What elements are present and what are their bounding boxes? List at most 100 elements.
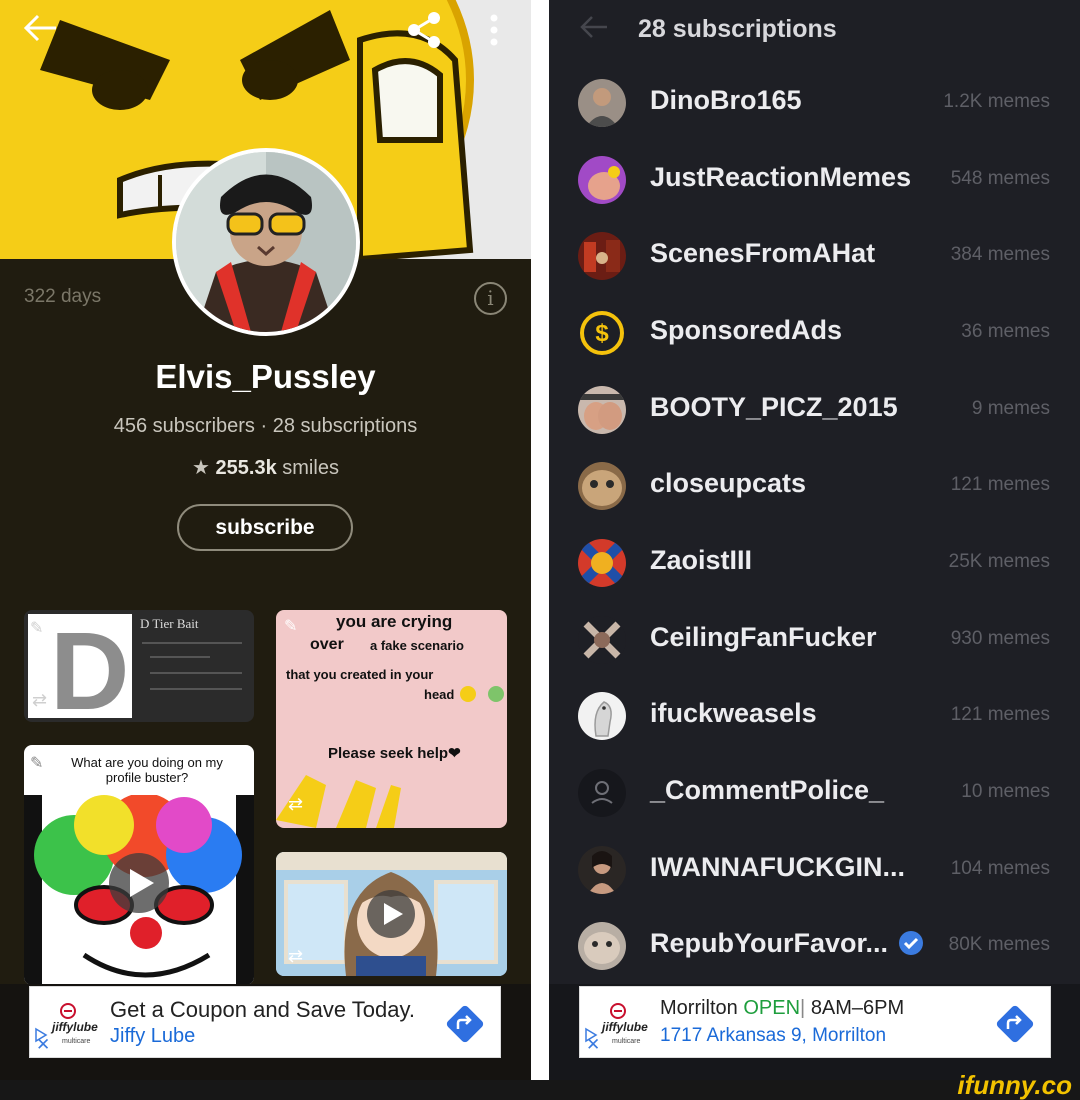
subscription-row[interactable]: CeilingFanFucker 930 memes: [549, 610, 1080, 670]
subscription-name: _CommentPolice_: [650, 775, 885, 805]
ad-banner-location[interactable]: jiffylube multicare ✕ Morrilton OPEN| 8A…: [579, 986, 1051, 1058]
subscription-name: closeupcats: [650, 468, 807, 498]
repub-icon: ⇄: [32, 690, 48, 710]
subscription-name: DinoBro165: [650, 85, 802, 115]
pin-icon: ✎: [30, 755, 44, 772]
subscription-row[interactable]: BOOTY_PICZ_2015 9 memes: [549, 380, 1080, 440]
subscription-row[interactable]: DinoBro165 1.2K memes: [549, 73, 1080, 133]
dollar-coin-icon: $: [578, 309, 626, 357]
subscriptions-title: 28 subscriptions: [638, 15, 837, 43]
smiles-count: ★ 255.3k smiles: [0, 455, 531, 480]
ad-address: 1717 Arkansas 9, Morrilton: [660, 1025, 887, 1046]
avatar-zaoist: [578, 539, 626, 587]
info-icon[interactable]: i: [474, 282, 507, 315]
meme-tile-clown-video[interactable]: What are you doing on my profile buster?…: [24, 745, 254, 985]
avatar-dinobro: [578, 79, 626, 127]
subscription-meme-count: 121 memes: [950, 704, 1050, 725]
ifunny-watermark: ifunny.co: [957, 1070, 1072, 1100]
logo-text: jiffylube: [50, 1020, 98, 1034]
ad-divider: |: [800, 997, 806, 1019]
smiles-value: 255.3k: [215, 457, 277, 479]
pin-icon: ✎: [284, 618, 298, 635]
avatar-iwanna: [578, 846, 626, 894]
star-icon: ★: [192, 457, 210, 479]
logo-sub: multicare: [62, 1038, 91, 1045]
ad-location-line: Morrilton OPEN| 8AM–6PM: [660, 997, 904, 1020]
profile-avatar[interactable]: [172, 148, 360, 336]
subscription-meme-count: 9 memes: [971, 398, 1050, 419]
subscription-meme-count: 121 memes: [950, 474, 1050, 495]
subscriptions-screen: 28 subscriptions DinoBro165 1.2K memes J…: [549, 0, 1080, 1080]
directions-icon[interactable]: [444, 1003, 486, 1045]
subscription-row[interactable]: _CommentPolice_ 10 memes: [549, 763, 1080, 823]
share-icon[interactable]: [404, 10, 444, 55]
directions-icon[interactable]: [994, 1003, 1036, 1045]
meme-tile-crying[interactable]: you are crying over a fake scenario that…: [276, 610, 507, 828]
avatar-closeupcats: [578, 462, 626, 510]
more-options-icon[interactable]: [484, 12, 504, 53]
subscription-row[interactable]: ifuckweasels 121 memes: [549, 686, 1080, 746]
text-line: [150, 656, 210, 658]
elvis-cat-avatar: [176, 152, 356, 332]
subscription-meme-count: 1.2K memes: [943, 91, 1050, 112]
subscription-meme-count: 104 memes: [950, 858, 1050, 879]
subscription-row[interactable]: JustReactionMemes 548 memes: [549, 150, 1080, 210]
ad-hours: 8AM–6PM: [810, 997, 905, 1019]
clown-video-thumbnail: [24, 795, 254, 985]
avatar-booty: [578, 386, 626, 434]
subscription-name: IWANNAFUCKGIN...: [650, 852, 905, 882]
logo-text: jiffylube: [600, 1020, 648, 1034]
subscription-meme-count: 36 memes: [961, 321, 1050, 342]
subscription-name: JustReactionMemes: [650, 162, 912, 192]
profile-stats[interactable]: 456 subscribers · 28 subscriptions: [0, 415, 531, 438]
subscription-row[interactable]: RepubYourFavor... 80K memes: [549, 916, 1080, 976]
ad-place: Morrilton: [660, 997, 738, 1019]
d-tier-letter: D: [50, 610, 130, 722]
ad-title: Get a Coupon and Save Today.: [110, 997, 415, 1022]
back-arrow-icon[interactable]: [22, 12, 58, 49]
avatar-scenesfromahat: [578, 232, 626, 280]
subscription-meme-count: 384 memes: [950, 244, 1050, 265]
back-arrow-icon[interactable]: [579, 14, 609, 47]
text-line: [142, 642, 242, 644]
subscription-meme-count: 930 memes: [950, 628, 1050, 649]
subscription-name: ZaoistIII: [650, 545, 753, 575]
avatar-justreaction: [578, 156, 626, 204]
subscription-name-text: RepubYourFavor...: [650, 928, 889, 958]
pin-icon: ✎: [30, 620, 44, 637]
anime-video-thumbnail: [276, 852, 507, 976]
avatar-weasel: [578, 692, 626, 740]
text-line: [150, 672, 242, 674]
subscribe-button[interactable]: subscribe: [177, 504, 353, 551]
verified-badge-icon: [899, 931, 924, 955]
profile-screen: 322 days i Elvis_Pussley 456 subscribers…: [0, 0, 531, 1080]
avatar-ceilingfan: [578, 616, 626, 664]
subscription-name: ScenesFromAHat: [650, 238, 876, 268]
repub-icon: ⇄: [288, 946, 304, 966]
d-tier-title: D Tier Bait: [140, 616, 199, 631]
subscription-name: CeilingFanFucker: [650, 622, 877, 652]
meme-tile-d-tier[interactable]: D D Tier Bait ✎ ⇄: [24, 610, 254, 722]
logo-sub: multicare: [612, 1038, 641, 1045]
subscription-row[interactable]: ZaoistIII 25K memes: [549, 533, 1080, 593]
repub-icon: ⇄: [288, 794, 304, 814]
svg-text:$: $: [595, 320, 609, 347]
subscription-row[interactable]: ScenesFromAHat 384 memes: [549, 226, 1080, 286]
text-line: [150, 688, 242, 690]
subscription-meme-count: 10 memes: [961, 781, 1050, 802]
ad-close-icon[interactable]: ✕: [36, 1035, 50, 1055]
subscription-meme-count: 25K memes: [948, 551, 1050, 572]
subscription-meme-count: 548 memes: [950, 168, 1050, 189]
subscription-row[interactable]: $ SponsoredAds 36 memes: [549, 303, 1080, 363]
ad-close-icon[interactable]: ✕: [586, 1035, 600, 1055]
praying-hands-graphic: [276, 686, 504, 828]
subscription-name: SponsoredAds: [650, 315, 843, 345]
ad-banner-coupon[interactable]: jiffylube multicare ✕ Get a Coupon and S…: [29, 986, 501, 1058]
bottom-strip: [0, 1080, 1080, 1100]
subscription-row[interactable]: closeupcats 121 memes: [549, 456, 1080, 516]
subscription-meme-count: 80K memes: [948, 934, 1050, 955]
default-user-icon: [578, 769, 626, 817]
ad-open-status: OPEN: [743, 997, 801, 1019]
meme-tile-anime-video[interactable]: ⇄: [276, 852, 507, 976]
subscription-row[interactable]: IWANNAFUCKGIN... 104 memes: [549, 840, 1080, 900]
